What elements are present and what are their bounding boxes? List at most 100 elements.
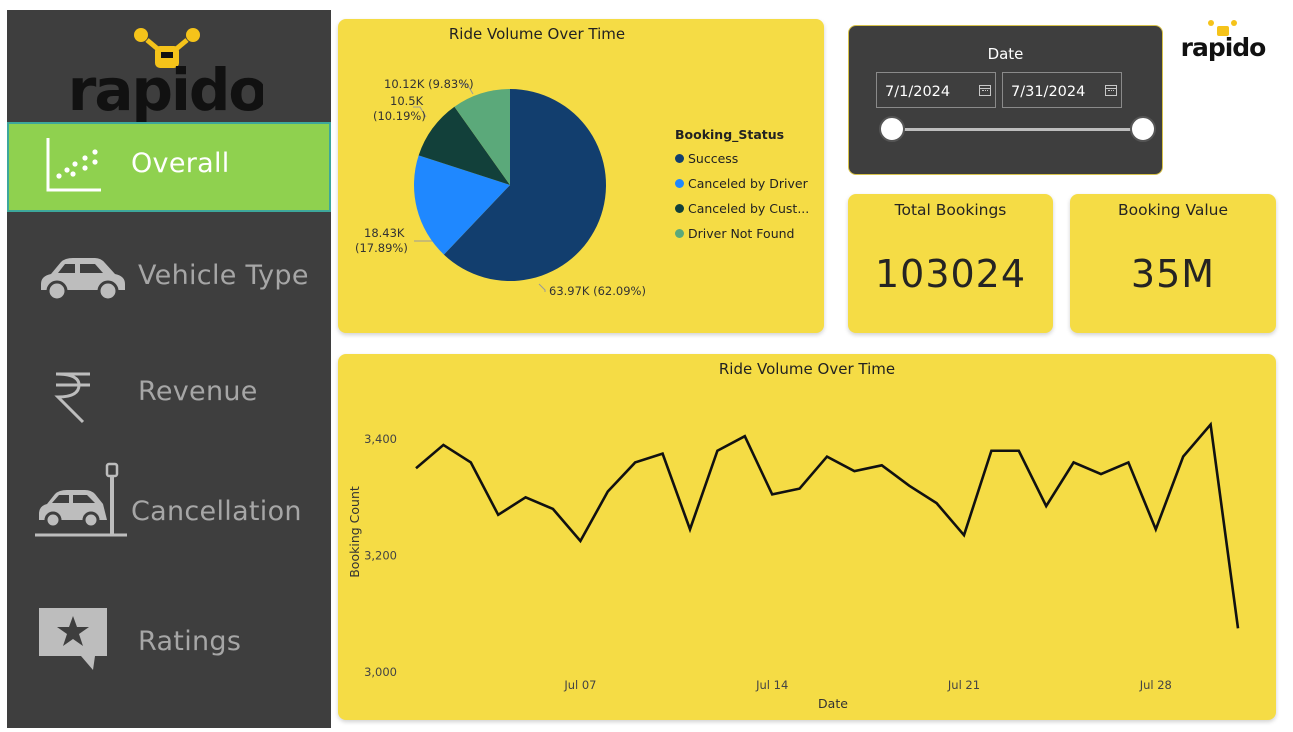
nav-label-ratings: Ratings bbox=[138, 626, 242, 657]
data-point[interactable] bbox=[741, 432, 749, 440]
scatter-chart-icon bbox=[46, 138, 101, 192]
booking-value-value: 35M bbox=[1130, 252, 1216, 296]
data-point[interactable] bbox=[987, 447, 995, 455]
data-point[interactable] bbox=[1152, 525, 1160, 533]
nav-label-cancellation: Cancellation bbox=[131, 496, 302, 527]
legend-title: Booking_Status bbox=[675, 127, 785, 142]
pie-label-canceled-customer-pct: (10.19%) bbox=[373, 109, 426, 123]
legend-dot-driver-not-found bbox=[675, 229, 684, 238]
legend-item-canceled-driver[interactable]: Canceled by Driver bbox=[675, 171, 809, 196]
legend-label-canceled-customer: Canceled by Cust... bbox=[688, 201, 810, 216]
data-point[interactable] bbox=[686, 525, 694, 533]
nav-item-overall[interactable]: Overall bbox=[7, 122, 331, 212]
legend-label-success: Success bbox=[688, 151, 739, 166]
x-tick-label: Jul 21 bbox=[947, 678, 980, 692]
pie-label-canceled-customer-value: 10.5K bbox=[390, 94, 424, 108]
legend-label-canceled-driver: Canceled by Driver bbox=[688, 176, 808, 191]
start-date-input[interactable]: 7/1/2024 bbox=[876, 72, 996, 108]
y-axis-title: Booking Count bbox=[347, 486, 362, 578]
data-point[interactable] bbox=[439, 441, 447, 449]
y-tick-label: 3,200 bbox=[364, 549, 397, 563]
data-point[interactable] bbox=[549, 505, 557, 513]
data-point[interactable] bbox=[1124, 458, 1132, 466]
pie-label-canceled-driver-value: 18.43K bbox=[364, 226, 405, 240]
data-point[interactable] bbox=[905, 482, 913, 490]
rapido-brand-logo: rapido bbox=[1181, 20, 1267, 62]
brand-logo-text: rapido bbox=[1181, 33, 1267, 62]
car-icon bbox=[41, 258, 125, 302]
date-range-track[interactable] bbox=[891, 128, 1143, 131]
data-point[interactable] bbox=[1070, 458, 1078, 466]
legend-dot-canceled-customer bbox=[675, 204, 684, 213]
y-tick-label: 3,000 bbox=[364, 665, 397, 679]
star-chat-icon bbox=[39, 608, 107, 670]
data-point[interactable] bbox=[631, 458, 639, 466]
data-point[interactable] bbox=[768, 490, 776, 498]
data-point[interactable] bbox=[1234, 624, 1242, 632]
nav-label-vehicle-type: Vehicle Type bbox=[138, 260, 309, 291]
data-point[interactable] bbox=[960, 531, 968, 539]
legend-dot-canceled-driver bbox=[675, 179, 684, 188]
date-slicer-title: Date bbox=[987, 45, 1024, 63]
nav-label-revenue: Revenue bbox=[138, 376, 258, 407]
data-point[interactable] bbox=[576, 537, 584, 545]
data-point[interactable] bbox=[878, 461, 886, 469]
nav-item-vehicle-type[interactable]: Vehicle Type bbox=[7, 232, 331, 322]
data-point[interactable] bbox=[933, 499, 941, 507]
data-point[interactable] bbox=[713, 447, 721, 455]
line-chart[interactable]: Date Booking Count 3,000 3,200 3,400 Jul 07… bbox=[338, 354, 1276, 720]
start-date-value: 7/1/2024 bbox=[885, 84, 951, 100]
total-bookings-title: Total Bookings bbox=[894, 201, 1007, 219]
data-point[interactable] bbox=[1042, 502, 1050, 510]
x-tick-label: Jul 28 bbox=[1139, 678, 1172, 692]
sidebar: rapido Overall Vehicle Type Revenue Canc… bbox=[7, 10, 331, 728]
date-range-end-handle[interactable] bbox=[1130, 116, 1156, 142]
legend-item-canceled-customer[interactable]: Canceled by Cust... bbox=[675, 196, 809, 221]
nav-item-revenue[interactable]: Revenue bbox=[7, 346, 331, 436]
data-point[interactable] bbox=[823, 453, 831, 461]
nav-label-overall: Overall bbox=[131, 148, 230, 179]
data-point[interactable] bbox=[412, 464, 420, 472]
data-point[interactable] bbox=[522, 493, 530, 501]
data-point[interactable] bbox=[1097, 470, 1105, 478]
end-date-input[interactable]: 7/31/2024 bbox=[1002, 72, 1122, 108]
total-bookings-value: 103024 bbox=[874, 252, 1027, 296]
rupee-icon bbox=[54, 372, 90, 424]
data-point[interactable] bbox=[1015, 447, 1023, 455]
legend-item-driver-not-found[interactable]: Driver Not Found bbox=[675, 221, 809, 246]
rapido-logo: rapido bbox=[71, 28, 263, 122]
calendar-icon[interactable] bbox=[979, 85, 991, 96]
legend-label-driver-not-found: Driver Not Found bbox=[688, 226, 795, 241]
pie-label-driver-not-found: 10.12K (9.83%) bbox=[384, 77, 474, 91]
logo-text: rapido bbox=[71, 56, 263, 122]
car-crash-icon bbox=[35, 462, 127, 537]
legend-item-success[interactable]: Success bbox=[675, 146, 809, 171]
date-slicer: Date 7/1/2024 7/31/2024 bbox=[848, 25, 1163, 175]
total-bookings-card: Total Bookings 103024 bbox=[848, 194, 1053, 333]
pie-chart-card: Ride Volume Over Time 63.97K (62.09%) 18… bbox=[338, 19, 824, 333]
data-point[interactable] bbox=[796, 485, 804, 493]
date-range-start-handle[interactable] bbox=[879, 116, 905, 142]
data-point[interactable] bbox=[850, 467, 858, 475]
legend-dot-success bbox=[675, 154, 684, 163]
calendar-icon[interactable] bbox=[1105, 85, 1117, 96]
data-point[interactable] bbox=[494, 511, 502, 519]
y-tick-label: 3,400 bbox=[364, 432, 397, 446]
x-axis-title: Date bbox=[818, 696, 848, 711]
end-date-value: 7/31/2024 bbox=[1011, 84, 1086, 100]
nav-item-ratings[interactable]: Ratings bbox=[7, 582, 331, 672]
data-point[interactable] bbox=[659, 450, 667, 458]
booking-value-title: Booking Value bbox=[1117, 201, 1229, 219]
data-point[interactable] bbox=[1179, 453, 1187, 461]
data-point[interactable] bbox=[1207, 421, 1215, 429]
pie-label-canceled-driver-pct: (17.89%) bbox=[355, 241, 408, 255]
data-point[interactable] bbox=[604, 488, 612, 496]
pie-legend: Booking_Status Success Canceled by Drive… bbox=[675, 127, 809, 246]
line-chart-card: Ride Volume Over Time Date Booking Count… bbox=[338, 354, 1276, 720]
nav-item-cancellation[interactable]: Cancellation bbox=[7, 460, 331, 550]
pie-label-success: 63.97K (62.09%) bbox=[549, 284, 646, 298]
x-tick-label: Jul 07 bbox=[563, 678, 596, 692]
booking-value-card: Booking Value 35M bbox=[1070, 194, 1276, 333]
x-tick-label: Jul 14 bbox=[755, 678, 788, 692]
data-point[interactable] bbox=[467, 458, 475, 466]
